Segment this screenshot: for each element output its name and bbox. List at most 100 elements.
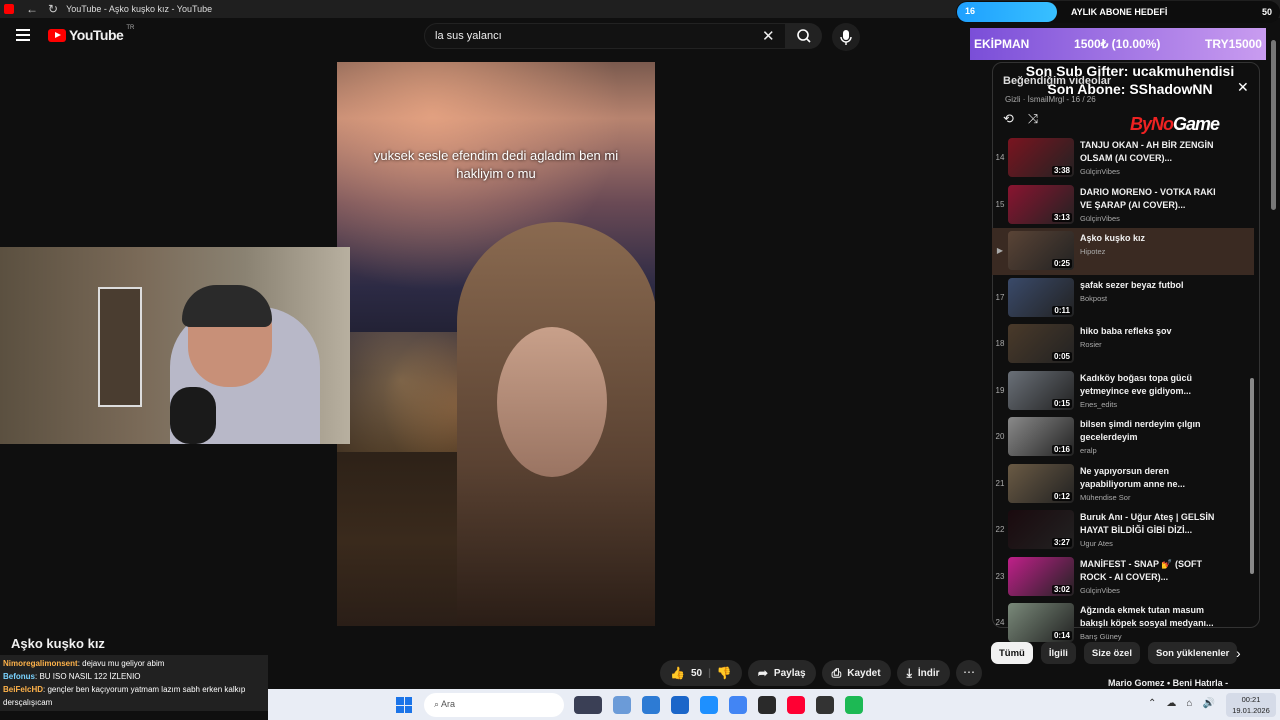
dislike-icon[interactable]: 👎	[717, 666, 732, 680]
duration-badge: 3:13	[1051, 212, 1072, 222]
playlist-item[interactable]: 19 0:15 Kadıköy boğası topa gücü yetmeyinc…	[992, 368, 1254, 415]
video-thumbnail[interactable]: 0:12	[1008, 463, 1074, 503]
taskbar-app-icon[interactable]	[642, 696, 660, 714]
playlist-item[interactable]: 21 0:12 Ne yapıyorsun deren yapabiliyorum …	[992, 461, 1254, 508]
playlist-index: ▶	[996, 246, 1004, 255]
taskbar-search-input[interactable]: ⌕ Ara	[424, 693, 564, 717]
like-count[interactable]: 50	[691, 668, 702, 679]
streamer-webcam	[0, 247, 350, 444]
video-thumbnail[interactable]: 3:02	[1008, 556, 1074, 596]
playlist-index: 24	[995, 618, 1005, 627]
duration-badge: 3:27	[1051, 538, 1072, 547]
taskbar-app-icon[interactable]	[816, 696, 834, 714]
taskbar-app-icon[interactable]	[700, 696, 718, 714]
video-player[interactable]: yuksek sesle efendim dedi agladim ben mi…	[337, 62, 655, 626]
share-label: Paylaş	[773, 667, 806, 679]
playlist-item-title[interactable]: Ağzında ekmek tutan masum bakışlı köpek …	[1080, 604, 1220, 630]
equipment-donation-bar: EKİPMAN 1500₺ (10.00%) TRY15000	[970, 28, 1266, 60]
playlist-item-title[interactable]: TANJU OKAN - AH BİR ZENGİN OLSAM (AI COV…	[1080, 139, 1220, 165]
menu-icon[interactable]	[16, 29, 30, 44]
playlist-item[interactable]: 22 3:27 Buruk Anı - Uğur Ateş | GELSİN HAY…	[992, 507, 1254, 554]
save-button[interactable]: ⎙ Kaydet	[821, 660, 891, 686]
tray-expand-icon[interactable]: ⌃	[1148, 698, 1156, 709]
video-thumbnail[interactable]: 0:11	[1008, 277, 1074, 317]
save-label: Kaydet	[847, 667, 881, 679]
taskbar-app-icon[interactable]	[613, 696, 631, 714]
playlist-item[interactable]: 15 3:13 DARIO MORENO - VOTKA RAKI VE ŞARAP…	[992, 182, 1254, 229]
ekipman-value: 1500₺ (10.00%)	[1074, 37, 1161, 51]
video-thumbnail[interactable]: 3:13	[1008, 184, 1074, 224]
taskbar-app-icon[interactable]	[787, 696, 805, 714]
playlist-item[interactable]: 18 0:05 hiko baba refleks şov Rosier	[992, 321, 1254, 368]
playlist-item-title[interactable]: DARIO MORENO - VOTKA RAKI VE ŞARAP (AI C…	[1080, 186, 1220, 212]
playlist-item[interactable]: ▶ 0:25 Aşko kuşko kız Hipotez	[992, 228, 1254, 275]
taskbar-app-icon[interactable]	[574, 696, 602, 714]
chip-ilgili[interactable]: İlgili	[1040, 642, 1076, 664]
taskbar-app-icon[interactable]	[729, 696, 747, 714]
taskbar-clock[interactable]: 00:21 19.01.2026	[1226, 693, 1276, 717]
reload-button[interactable]: ↻	[48, 2, 58, 16]
video-thumbnail[interactable]: 0:25	[1008, 231, 1074, 270]
chevron-right-icon[interactable]: ›	[1236, 645, 1241, 661]
page-scrollbar[interactable]	[1271, 40, 1276, 210]
chip-tumu[interactable]: Tümü	[991, 642, 1033, 664]
share-button[interactable]: ➦ Paylaş	[747, 660, 816, 686]
playlist-index: 23	[995, 571, 1005, 581]
taskbar-apps	[574, 696, 863, 714]
playlist-item-title[interactable]: şafak sezer beyaz futbol	[1080, 279, 1220, 292]
duration-badge: 0:25	[1051, 259, 1072, 268]
playlist-item-title[interactable]: Aşko kuşko kız	[1080, 232, 1220, 245]
bynogame-logo: ByNoGame	[1130, 114, 1220, 134]
duration-badge: 0:16	[1051, 445, 1072, 454]
playlist-item-title[interactable]: hiko baba refleks şov	[1080, 325, 1220, 338]
stream-chat: Nimoregalimonsent: dejavu mu geliyor abi…	[0, 655, 268, 711]
tab-title[interactable]: YouTube - Aşko kuşko kız - YouTube	[66, 4, 212, 14]
video-thumbnail[interactable]: 0:05	[1008, 324, 1074, 363]
cloud-icon[interactable]: ☁	[1166, 698, 1176, 709]
playlist-item-channel: Mühendise Sor	[1080, 492, 1131, 502]
video-thumbnail[interactable]: 0:15	[1008, 370, 1074, 410]
playlist-item-title[interactable]: MANİFEST - SNAP 💅 (SOFT ROCK - AI COVER)…	[1080, 558, 1220, 584]
taskbar-app-icon[interactable]	[845, 696, 863, 714]
video-thumbnail[interactable]: 3:38	[1008, 138, 1074, 177]
more-actions-button[interactable]: ⋯	[956, 660, 982, 686]
video-thumbnail[interactable]: 0:16	[1008, 417, 1074, 456]
playlist-item[interactable]: 14 3:38 TANJU OKAN - AH BİR ZENGİN OLSAM (…	[992, 135, 1254, 182]
playlist-item-title[interactable]: Buruk Anı - Uğur Ateş | GELSİN HAYAT BİL…	[1080, 511, 1220, 537]
playlist-item-channel: Enes_edits	[1080, 399, 1118, 409]
voice-search-button[interactable]	[832, 23, 860, 51]
taskbar-app-icon[interactable]	[758, 696, 776, 714]
loop-icon[interactable]: ⟲	[1003, 111, 1014, 127]
windows-start-icon[interactable]	[396, 697, 412, 713]
playlist-item-title[interactable]: bilsen şimdi nerdeyim çılgın gecelerdeyi…	[1080, 418, 1220, 444]
playlist-item[interactable]: 24 0:14 Ağzında ekmek tutan masum bakışlı …	[992, 600, 1254, 647]
download-button[interactable]: ⤓ İndir	[896, 660, 950, 686]
playlist-item-title[interactable]: Ne yapıyorsun deren yapabiliyorum anne n…	[1080, 465, 1220, 491]
youtube-logo[interactable]: YouTube TR	[48, 25, 134, 43]
video-thumbnail[interactable]: 3:27	[1008, 510, 1074, 549]
play-logo-icon	[48, 28, 66, 42]
like-icon[interactable]: 👍	[670, 666, 685, 680]
clear-search-icon[interactable]: ✕	[762, 27, 775, 45]
video-thumbnail[interactable]: 0:14	[1008, 603, 1074, 642]
playlist-item[interactable]: 23 3:02 MANİFEST - SNAP 💅 (SOFT ROCK - AI …	[992, 554, 1254, 601]
chip-size-ozel[interactable]: Size özel	[1083, 642, 1140, 664]
playlist-item-title[interactable]: Kadıköy boğası topa gücü yetmeyince eve …	[1080, 372, 1220, 398]
playlist-scrollbar[interactable]	[1250, 378, 1254, 574]
chip-son-yuklenenler[interactable]: Son yüklenenler	[1147, 642, 1238, 664]
next-video-title[interactable]: Mario Gomez • Beni Hatırla -	[1108, 678, 1228, 688]
stream-alert-overlay: Son Sub Gifter: ucakmuhendisi Son Abone:…	[1010, 62, 1250, 98]
video-title: Aşko kuşko kız	[11, 636, 105, 651]
shuffle-icon[interactable]: ⤨	[1028, 111, 1038, 127]
goal-progress: 16	[957, 2, 1057, 22]
playlist-item[interactable]: 17 0:11 şafak sezer beyaz futbol Bokpost	[992, 275, 1254, 322]
volume-icon[interactable]: 🔊	[1202, 698, 1214, 709]
search-button[interactable]	[786, 23, 822, 49]
playlist-item-channel: Hipotez	[1080, 247, 1106, 256]
search-input[interactable]: la sus yalancı	[424, 23, 786, 49]
network-icon[interactable]: ⌂	[1186, 698, 1192, 709]
back-button[interactable]: ←	[26, 2, 38, 16]
playlist-item[interactable]: 20 0:16 bilsen şimdi nerdeyim çılgın gecel…	[992, 414, 1254, 461]
taskbar-app-icon[interactable]	[671, 696, 689, 714]
mic-icon	[840, 30, 852, 45]
